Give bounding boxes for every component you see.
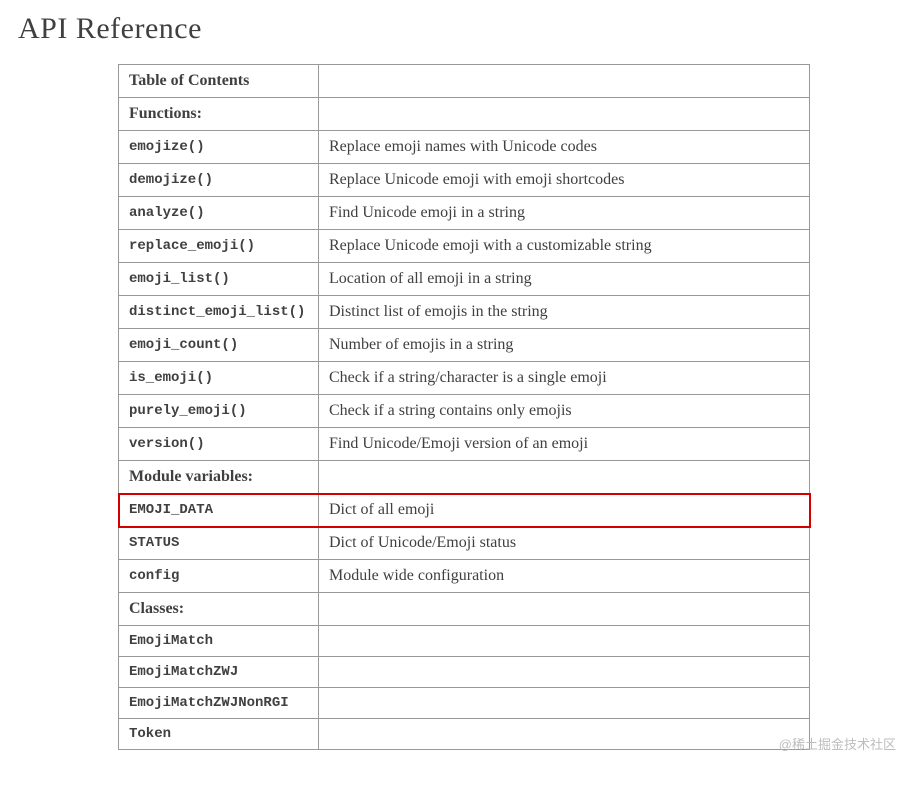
api-item-desc (319, 626, 810, 657)
table-row: version()Find Unicode/Emoji version of a… (119, 428, 810, 461)
section-header-classes: Classes: (119, 593, 810, 626)
table-row: configModule wide configuration (119, 560, 810, 593)
table-row: EmojiMatch (119, 626, 810, 657)
section-header-empty (319, 461, 810, 494)
api-item-desc: Replace Unicode emoji with emoji shortco… (319, 164, 810, 197)
table-row: is_emoji()Check if a string/character is… (119, 362, 810, 395)
api-item-desc (319, 688, 810, 719)
api-item-name[interactable]: STATUS (119, 527, 319, 560)
table-row: emoji_count()Number of emojis in a strin… (119, 329, 810, 362)
api-item-name[interactable]: emoji_count() (119, 329, 319, 362)
table-row: EmojiMatchZWJ (119, 657, 810, 688)
api-item-desc: Number of emojis in a string (319, 329, 810, 362)
api-item-desc (319, 657, 810, 688)
section-header-empty (319, 98, 810, 131)
api-item-desc: Check if a string contains only emojis (319, 395, 810, 428)
api-item-desc: Find Unicode emoji in a string (319, 197, 810, 230)
table-row: STATUSDict of Unicode/Emoji status (119, 527, 810, 560)
api-item-name[interactable]: EmojiMatchZWJNonRGI (119, 688, 319, 719)
api-item-name[interactable]: analyze() (119, 197, 319, 230)
api-item-name[interactable]: EmojiMatch (119, 626, 319, 657)
table-row: demojize()Replace Unicode emoji with emo… (119, 164, 810, 197)
api-item-name[interactable]: is_emoji() (119, 362, 319, 395)
api-item-desc: Replace emoji names with Unicode codes (319, 131, 810, 164)
api-item-desc (319, 719, 810, 750)
section-header-empty (319, 65, 810, 98)
api-item-name[interactable]: Token (119, 719, 319, 750)
section-header-module-vars: Module variables: (119, 461, 810, 494)
api-item-desc: Dict of all emoji (319, 494, 810, 527)
api-item-name[interactable]: EmojiMatchZWJ (119, 657, 319, 688)
api-item-name[interactable]: emoji_list() (119, 263, 319, 296)
table-row: EmojiMatchZWJNonRGI (119, 688, 810, 719)
api-item-name[interactable]: emojize() (119, 131, 319, 164)
api-table-container: Table of ContentsFunctions:emojize()Repl… (18, 64, 890, 750)
api-item-name[interactable]: config (119, 560, 319, 593)
table-row: Token (119, 719, 810, 750)
table-row: distinct_emoji_list()Distinct list of em… (119, 296, 810, 329)
table-row: replace_emoji()Replace Unicode emoji wit… (119, 230, 810, 263)
table-row: emojize()Replace emoji names with Unicod… (119, 131, 810, 164)
page-title: API Reference (18, 12, 890, 46)
api-item-name[interactable]: distinct_emoji_list() (119, 296, 319, 329)
section-header-label: Module variables: (119, 461, 319, 494)
section-header-label: Functions: (119, 98, 319, 131)
section-header-label: Classes: (119, 593, 319, 626)
api-item-desc: Check if a string/character is a single … (319, 362, 810, 395)
table-row: EMOJI_DATADict of all emoji (119, 494, 810, 527)
api-item-name[interactable]: replace_emoji() (119, 230, 319, 263)
section-header-toc: Table of Contents (119, 65, 810, 98)
api-item-desc: Location of all emoji in a string (319, 263, 810, 296)
section-header-functions: Functions: (119, 98, 810, 131)
api-item-desc: Replace Unicode emoji with a customizabl… (319, 230, 810, 263)
api-reference-table: Table of ContentsFunctions:emojize()Repl… (118, 64, 810, 750)
api-item-name[interactable]: purely_emoji() (119, 395, 319, 428)
api-item-desc: Distinct list of emojis in the string (319, 296, 810, 329)
api-item-desc: Module wide configuration (319, 560, 810, 593)
table-row: purely_emoji()Check if a string contains… (119, 395, 810, 428)
table-row: emoji_list()Location of all emoji in a s… (119, 263, 810, 296)
section-header-label: Table of Contents (119, 65, 319, 98)
api-item-name[interactable]: EMOJI_DATA (119, 494, 319, 527)
section-header-empty (319, 593, 810, 626)
api-item-name[interactable]: version() (119, 428, 319, 461)
api-item-desc: Dict of Unicode/Emoji status (319, 527, 810, 560)
api-item-desc: Find Unicode/Emoji version of an emoji (319, 428, 810, 461)
watermark-text: @稀土掘金技术社区 (779, 734, 896, 753)
table-row: analyze()Find Unicode emoji in a string (119, 197, 810, 230)
api-item-name[interactable]: demojize() (119, 164, 319, 197)
